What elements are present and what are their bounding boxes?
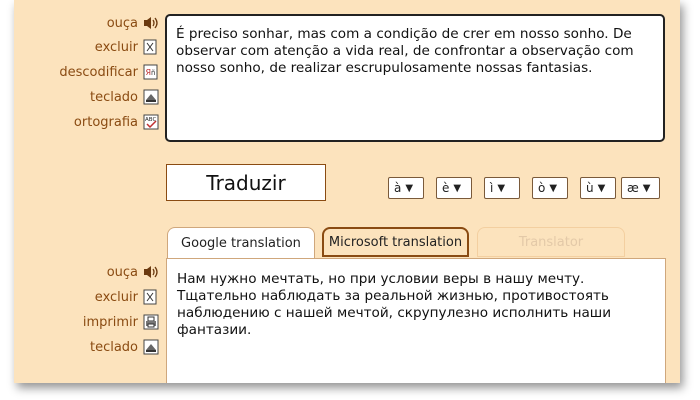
chevron-down-icon: ▼ — [453, 182, 462, 194]
delete-label: excluir — [94, 289, 138, 305]
delete-source-action[interactable]: excluir — [14, 37, 159, 57]
svg-text:ñ: ñ — [151, 69, 155, 77]
accent-select-value: è — [442, 181, 450, 195]
print-result-action[interactable]: imprimir — [14, 312, 159, 332]
delete-doc-icon — [142, 39, 159, 56]
accent-select-value: ò — [538, 181, 546, 195]
spellcheck-source-action[interactable]: ortografia ABC — [14, 112, 159, 132]
keyboard-icon — [142, 89, 159, 106]
delete-doc-icon — [142, 289, 159, 306]
spellcheck-label: ortografia — [73, 114, 138, 130]
keyboard-result-action[interactable]: teclado — [14, 337, 159, 357]
accent-select-i[interactable]: ì ▼ — [484, 177, 520, 199]
delete-label: excluir — [94, 39, 138, 55]
accent-select-ae[interactable]: æ ▼ — [621, 177, 660, 199]
accent-select-o[interactable]: ò ▼ — [532, 177, 568, 199]
speaker-icon — [142, 15, 159, 32]
accent-select-a[interactable]: à ▼ — [388, 177, 424, 199]
chevron-down-icon: ▼ — [549, 182, 558, 194]
decode-icon: Яñ — [142, 64, 159, 81]
tab-translator[interactable]: Translator — [477, 227, 625, 257]
tab-google-translation[interactable]: Google translation — [167, 227, 315, 259]
listen-label: ouça — [106, 264, 138, 280]
listen-label: ouça — [106, 15, 138, 31]
keyboard-icon — [142, 339, 159, 356]
decode-source-action[interactable]: descodificar Яñ — [14, 62, 159, 82]
chevron-down-icon: ▼ — [597, 182, 606, 194]
accent-select-value: ù — [586, 181, 594, 195]
translator-window: ouça excluir descodificar Яñ teclado ort… — [14, 0, 680, 383]
speaker-icon — [142, 264, 159, 281]
accent-select-value: ì — [490, 181, 494, 195]
chevron-down-icon: ▼ — [405, 182, 414, 194]
delete-result-action[interactable]: excluir — [14, 287, 159, 307]
spellcheck-icon: ABC — [142, 114, 159, 131]
accent-select-u[interactable]: ù ▼ — [580, 177, 616, 199]
chevron-down-icon: ▼ — [497, 182, 506, 194]
translation-output[interactable]: Нам нужно мечтать, но при условии веры в… — [166, 258, 666, 383]
listen-source-action[interactable]: ouça — [14, 13, 159, 33]
accent-select-value: à — [394, 181, 402, 195]
print-icon — [142, 314, 159, 331]
accent-select-e[interactable]: è ▼ — [436, 177, 472, 199]
print-label: imprimir — [82, 314, 138, 330]
decode-label: descodificar — [59, 64, 138, 80]
keyboard-source-action[interactable]: teclado — [14, 87, 159, 107]
keyboard-label: teclado — [89, 339, 138, 355]
accent-select-value: æ — [627, 181, 639, 195]
source-text-input[interactable]: É preciso sonhar, mas com a condição de … — [165, 14, 665, 142]
listen-result-action[interactable]: ouça — [14, 262, 159, 282]
keyboard-label: teclado — [89, 89, 138, 105]
translate-button[interactable]: Traduzir — [166, 164, 326, 201]
chevron-down-icon: ▼ — [642, 182, 651, 194]
tab-microsoft-translation[interactable]: Microsoft translation — [322, 227, 469, 257]
